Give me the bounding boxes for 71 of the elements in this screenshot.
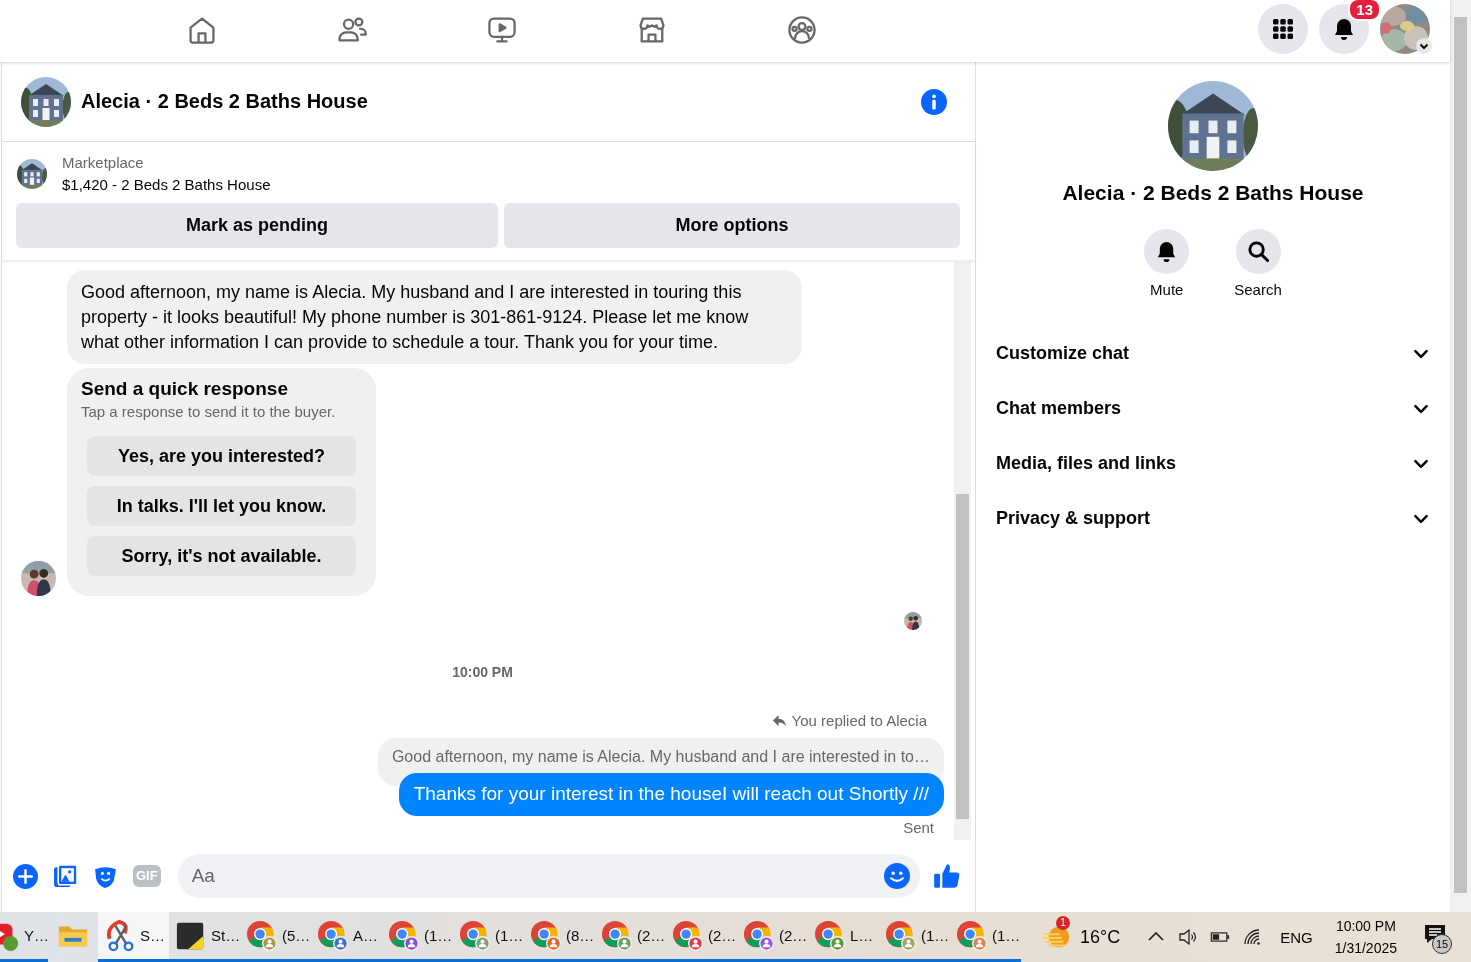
action-button[interactable]	[1235, 229, 1281, 274]
section-header[interactable]: Customize chat	[976, 326, 1450, 381]
section-header[interactable]: Privacy & support	[976, 491, 1450, 546]
browser-icon	[601, 919, 633, 952]
thumbs-up-icon[interactable]	[933, 862, 961, 890]
message-status: Sent	[903, 819, 934, 836]
browser-icon	[743, 919, 775, 952]
action-button[interactable]	[1144, 229, 1190, 274]
browser-icon	[317, 919, 349, 952]
listing-summary[interactable]: $1,420 - 2 Beds 2 Baths House	[62, 174, 271, 196]
menu-button[interactable]	[1258, 4, 1308, 54]
account-menu-icon[interactable]	[1416, 38, 1432, 54]
taskbar-button[interactable]: A…	[311, 912, 382, 962]
notification-count: 15	[1432, 934, 1452, 954]
group-icon	[786, 13, 818, 46]
action-label: Mute	[1150, 281, 1184, 298]
listing-action-button[interactable]: Mark as pending	[16, 203, 498, 248]
taskbar-button[interactable]: (5…	[240, 912, 311, 962]
listing-source: Marketplace	[62, 153, 145, 173]
notification-center-button[interactable]: 15	[1423, 922, 1453, 952]
taskbar-button[interactable]: (1…	[879, 912, 950, 962]
scissors-icon	[104, 919, 136, 952]
menu-icon	[1271, 17, 1295, 41]
taskbar-button[interactable]: (2…	[595, 912, 666, 962]
quick-response-button[interactable]: Sorry, it's not available.	[87, 536, 356, 576]
section-header[interactable]: Media, files and links	[976, 436, 1450, 491]
timestamp: 10:00 PM	[452, 664, 513, 680]
browser-icon	[885, 919, 917, 952]
clock[interactable]: 10:00 PM 1/31/2025	[1334, 915, 1397, 959]
message-bubble: Thanks for your interest in the houseI will reach out Shortly ///	[398, 773, 944, 816]
taskbar-button[interactable]: (1…	[382, 912, 453, 962]
weather-badge: 1	[1055, 916, 1070, 930]
taskbar-button[interactable]: (8…	[524, 912, 595, 962]
reply-icon	[771, 713, 787, 728]
info-icon[interactable]	[921, 88, 947, 115]
message-field[interactable]: Aa	[177, 854, 920, 898]
browser-icon	[246, 919, 278, 952]
taskbar-button[interactable]: (1…	[950, 912, 1021, 962]
taskbar-button[interactable]: S…	[98, 912, 169, 962]
language-indicator[interactable]: ENG	[1280, 928, 1313, 946]
speaker-icon[interactable]	[1178, 927, 1199, 947]
notification-badge: 13	[1348, 0, 1381, 21]
browser-icon	[388, 919, 420, 952]
bell-icon	[1332, 17, 1356, 41]
quick-response-button[interactable]: In talks. I'll let you know.	[87, 486, 356, 526]
image-icon[interactable]	[53, 863, 78, 889]
chat-title: Alecia · 2 Beds 2 Baths House	[81, 90, 369, 113]
taskbar-button[interactable]: L…	[808, 912, 879, 962]
quick-response-button[interactable]: Yes, are you interested?	[87, 436, 356, 476]
quick-response-title: Send a quick response	[81, 377, 289, 401]
reply-label: You replied to Alecia	[791, 712, 927, 729]
browser-icon	[956, 919, 988, 952]
taskbar-button[interactable]: St…	[169, 912, 240, 962]
section-header[interactable]: Chat members	[976, 381, 1450, 436]
browser-icon	[814, 919, 846, 952]
add-icon[interactable]	[13, 863, 38, 889]
browser-icon	[672, 919, 704, 952]
action-label: Search	[1234, 281, 1282, 298]
message-bubble: Good afternoon, my name is Alecia. My husband and I are interested in touring this property - it looks beautiful! My phone number is 301-861-9124. Please let me know what other information I can provide to schedule a tour. Thank you for your time.	[67, 270, 802, 364]
wifi-icon[interactable]	[1242, 927, 1263, 947]
search-icon	[1246, 240, 1270, 263]
taskbar-button[interactable]: (2…	[666, 912, 737, 962]
taskbar-button[interactable]: (2…	[737, 912, 808, 962]
taskbar-button[interactable]: Y…	[0, 912, 48, 962]
browser-icon	[459, 919, 491, 952]
quick-response-hint: Tap a response to send it to the buyer.	[81, 402, 337, 422]
emoji-icon[interactable]	[884, 863, 910, 889]
browser-icon	[530, 919, 562, 952]
taskbar-button[interactable]: (1…	[453, 912, 524, 962]
listing-action-button[interactable]: More options	[504, 203, 960, 248]
conversation-title: Alecia · 2 Beds 2 Baths House	[1062, 181, 1364, 205]
